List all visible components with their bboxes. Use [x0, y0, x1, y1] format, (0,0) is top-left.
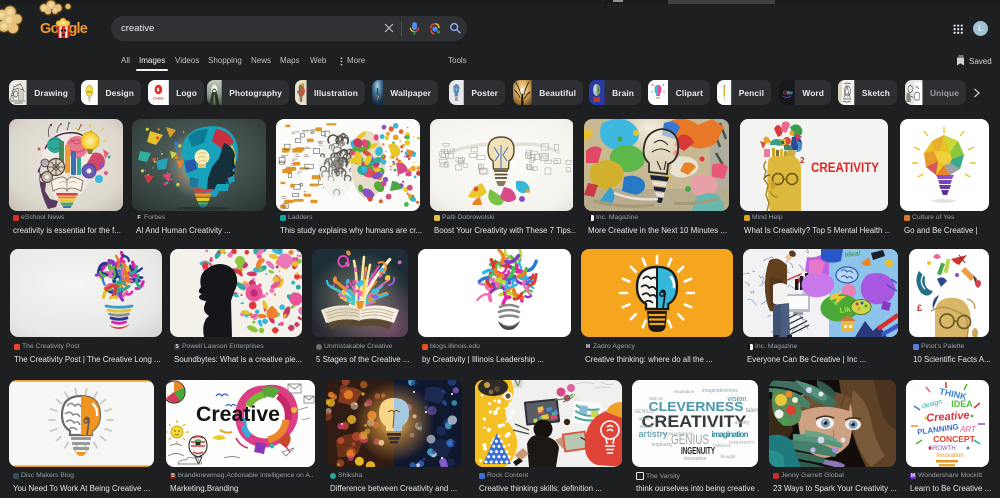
svg-text:imaginativeness: imaginativeness — [702, 388, 738, 394]
svg-text:vision: vision — [727, 394, 746, 403]
svg-text:IDEA: IDEA — [951, 399, 973, 409]
svg-text:resourcefulness: resourcefulness — [661, 431, 694, 436]
svg-text:CREATIVITY: CREATIVITY — [729, 440, 755, 445]
svg-text:CREATIVITY: CREATIVITY — [811, 160, 879, 175]
svg-text:imagination: imagination — [712, 430, 749, 439]
svg-text:Idea: Idea — [87, 89, 92, 94]
svg-text:brilliance: brilliance — [713, 443, 731, 448]
svg-text:gle: gle — [69, 21, 88, 37]
svg-text:IDEAS: IDEAS — [649, 396, 663, 401]
svg-text:2: 2 — [800, 156, 805, 165]
svg-text:innovation: innovation — [684, 456, 707, 462]
svg-text:vision: vision — [640, 424, 653, 430]
svg-text:Creative: Creative — [153, 96, 164, 100]
svg-text:GROWTH: GROWTH — [928, 446, 955, 452]
svg-text:thought: thought — [720, 454, 736, 459]
svg-text:talent: talent — [638, 416, 650, 421]
svg-text:tive: tive — [787, 90, 793, 96]
svg-text:originality: originality — [651, 442, 673, 448]
svg-text:CONCEPT: CONCEPT — [933, 434, 975, 444]
svg-text:inspiration: inspiration — [674, 389, 695, 394]
svg-text:GENIUS: GENIUS — [634, 409, 654, 415]
svg-text:talen: talen — [745, 408, 758, 414]
svg-text:innovation: innovation — [936, 453, 963, 459]
svg-text:Creative: Creative — [196, 403, 280, 426]
svg-text:artistry: artistry — [735, 420, 751, 426]
svg-text:£: £ — [917, 303, 922, 313]
svg-text:ART: ART — [959, 425, 977, 434]
